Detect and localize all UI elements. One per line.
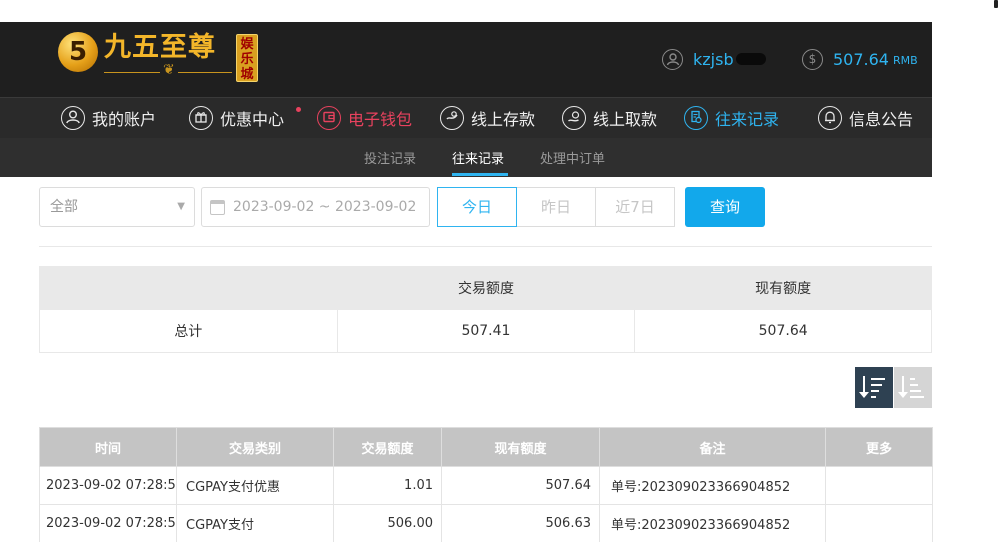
sub-nav: 投注记录 往来记录 处理中订单 [0,138,932,177]
cell-note: 单号:202309023366904852 [599,504,826,542]
table-row[interactable]: 2023-09-02 07:28:55 CGPAY支付 506.00 506.6… [39,504,933,542]
summary-total-row: 总计 507.41 507.64 [39,309,932,353]
type-select-value: 全部 [50,199,78,215]
date-range-value: 2023-09-02 ~ 2023-09-02 [233,199,417,215]
withdraw-icon [562,106,586,130]
main-nav: 我的账户 优惠中心 电子钱包 线上存款 线上取款 往来记录 信息公告 [0,97,932,138]
records-icon [684,106,708,130]
gift-icon [189,106,213,130]
dollar-icon: $ [802,48,823,70]
cell-amount: 506.00 [333,504,442,542]
cell-amount: 1.01 [333,466,442,505]
sort-asc-button[interactable] [894,367,932,408]
brand-name: 九五至尊 [104,32,216,63]
summary-total-label: 总计 [39,309,338,353]
user-info[interactable]: kzjsb [662,47,766,71]
brand-tag: 娱 乐 城 [236,34,258,82]
cell-note: 单号:202309023366904852 [599,466,826,505]
balance-info[interactable]: $ 507.64 RMB [802,47,918,71]
date-range-input[interactable]: 2023-09-02 ~ 2023-09-02 [201,187,430,227]
cell-more[interactable] [825,504,933,542]
cell-balance: 506.63 [441,504,600,542]
cell-type: CGPAY支付 [176,504,334,542]
nav-item-announcements[interactable]: 信息公告 [818,98,913,138]
username: kzjsb [693,49,734,69]
summary-transaction-total: 507.41 [336,309,636,353]
cell-type: CGPAY支付优惠 [176,466,334,505]
notification-dot [296,107,301,112]
summary-header-transaction: 交易额度 [336,266,636,310]
wallet-icon [317,106,341,130]
nav-item-wallet[interactable]: 电子钱包 [317,98,412,138]
nav-item-withdraw[interactable]: 线上取款 [562,98,657,138]
sort-desc-button[interactable] [855,367,893,408]
subnav-pending-orders[interactable]: 处理中订单 [540,148,605,167]
summary-table: 交易额度 现有额度 总计 507.41 507.64 [39,266,932,353]
summary-header-row: 交易额度 现有额度 [39,266,932,310]
quick-today-button[interactable]: 今日 [437,187,517,227]
quick-yesterday-button[interactable]: 昨日 [516,187,596,227]
window-corner-mark [994,0,998,8]
deposit-icon [440,106,464,130]
subnav-transaction-records[interactable]: 往来记录 [452,148,504,167]
query-button[interactable]: 查询 [685,187,765,227]
cell-time: 2023-09-02 07:28:55 [39,466,177,505]
type-select[interactable]: 全部 ▼ [39,187,195,227]
records-header-row: 时间 交易类别 交易额度 现有额度 备注 更多 [39,427,933,467]
summary-header-current: 现有额度 [634,266,932,310]
col-header-balance[interactable]: 现有额度 [441,427,600,467]
redacted-mask [735,53,766,65]
cell-more[interactable] [825,466,933,505]
balance-value: 507.64 [833,49,889,69]
logo-ornament-icon [104,62,232,80]
divider [39,246,932,247]
col-header-time[interactable]: 时间 [39,427,177,467]
user-icon [662,48,683,70]
summary-header-empty [39,266,338,310]
cell-time: 2023-09-02 07:28:55 [39,504,177,542]
nav-item-deposit[interactable]: 线上存款 [440,98,535,138]
nav-item-records[interactable]: 往来记录 [684,98,779,138]
records-table: 时间 交易类别 交易额度 现有额度 备注 更多 2023-09-02 07:28… [39,427,933,542]
subnav-bet-records[interactable]: 投注记录 [364,148,416,167]
nav-item-promotions[interactable]: 优惠中心 [189,98,301,138]
col-header-type[interactable]: 交易类别 [176,427,334,467]
brand-logo[interactable]: 5 九五至尊 娱 乐 城 [58,32,258,82]
nav-item-account[interactable]: 我的账户 [61,98,156,138]
chevron-down-icon: ▼ [177,201,185,212]
account-icon [61,106,85,130]
col-header-note[interactable]: 备注 [599,427,826,467]
cell-balance: 507.64 [441,466,600,505]
summary-current-total: 507.64 [634,309,932,353]
table-row[interactable]: 2023-09-02 07:28:55 CGPAY支付优惠 1.01 507.6… [39,466,933,505]
quick-7days-button[interactable]: 近7日 [595,187,675,227]
calendar-icon [210,199,225,215]
logo-badge: 5 [58,32,98,72]
active-tab-indicator [452,173,508,176]
bell-icon [818,106,842,130]
col-header-amount[interactable]: 交易额度 [333,427,442,467]
balance-currency: RMB [892,54,918,67]
top-header: 5 九五至尊 娱 乐 城 kzjsb $ 507.64 RMB [0,22,932,97]
col-header-more[interactable]: 更多 [825,427,933,467]
